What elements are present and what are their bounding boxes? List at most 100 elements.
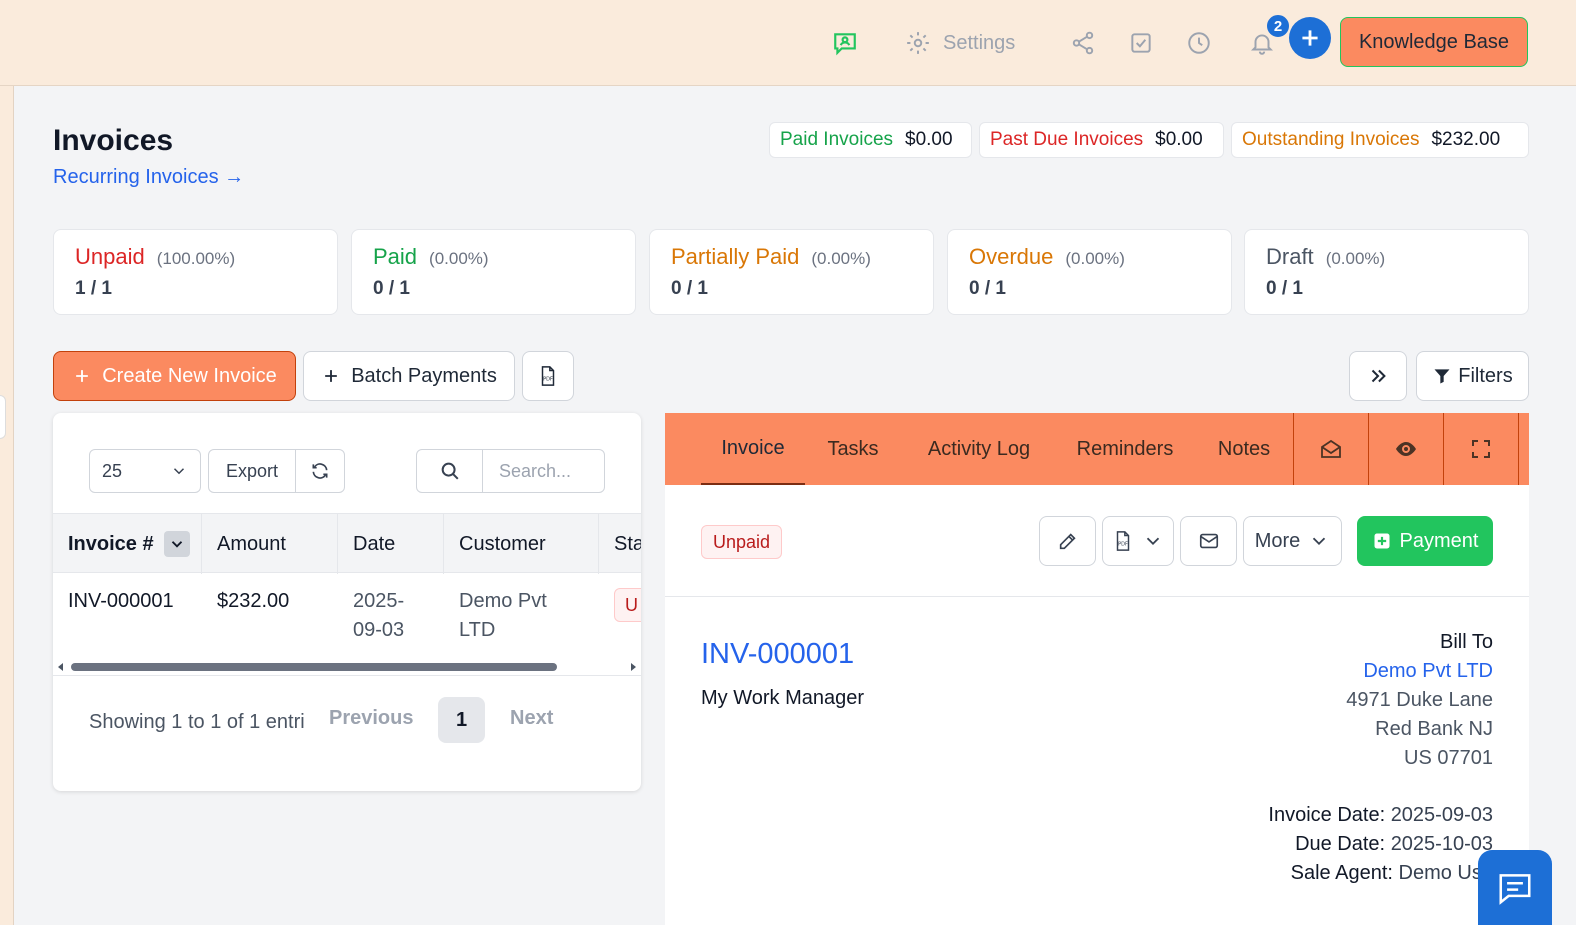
batch-payments-label: Batch Payments — [351, 364, 497, 387]
status-card-name: Unpaid — [75, 244, 145, 269]
search-icon-button[interactable] — [416, 449, 484, 493]
top-bar: Settings 2 Knowledge Base — [0, 0, 1576, 86]
tab-activity-log[interactable]: Activity Log — [913, 413, 1045, 485]
export-button[interactable]: Export — [208, 449, 296, 493]
pdf-dropdown-button[interactable]: PDF — [1102, 516, 1174, 566]
column-header-amount[interactable]: Amount — [217, 514, 286, 574]
record-payment-button[interactable]: Payment — [1357, 516, 1493, 566]
filters-button[interactable]: Filters — [1416, 351, 1529, 401]
tasks-checkbox-icon[interactable] — [1120, 22, 1162, 64]
send-email-button[interactable] — [1180, 516, 1237, 566]
recurring-invoices-link[interactable]: Recurring Invoices → — [53, 166, 244, 189]
tab-tasks[interactable]: Tasks — [817, 413, 889, 485]
column-label: Invoice # — [68, 532, 154, 555]
status-card-partially-paid[interactable]: Partially Paid (0.00%) 0 / 1 — [649, 229, 934, 315]
sort-chevron-down-icon[interactable] — [163, 531, 190, 557]
svg-text:PDF: PDF — [1118, 542, 1128, 548]
double-chevron-right-icon — [1371, 369, 1386, 383]
tab-invoice[interactable]: Invoice — [701, 413, 805, 485]
support-chat-icon[interactable] — [824, 22, 866, 64]
status-card-name: Draft — [1266, 244, 1314, 269]
summary-value: $0.00 — [905, 129, 953, 150]
scroll-left-arrow-icon[interactable] — [57, 663, 65, 671]
row-customer-line: LTD — [459, 619, 496, 641]
more-actions-button[interactable]: More — [1243, 516, 1342, 566]
svg-text:PDF: PDF — [543, 377, 553, 383]
address-line: Red Bank NJ — [1375, 718, 1493, 740]
column-divider — [443, 514, 444, 574]
status-card-paid[interactable]: Paid (0.00%) 0 / 1 — [351, 229, 636, 315]
column-divider — [337, 514, 338, 574]
pagination-next[interactable]: Next — [510, 707, 553, 730]
clock-icon[interactable] — [1178, 22, 1220, 64]
tab-reminders[interactable]: Reminders — [1069, 413, 1181, 485]
batch-payments-button[interactable]: Batch Payments — [303, 351, 515, 401]
page-size-value: 25 — [102, 460, 123, 481]
bill-to-customer-link[interactable]: Demo Pvt LTD — [1346, 657, 1493, 686]
tab-notes[interactable]: Notes — [1209, 413, 1279, 485]
due-date-label: Due Date: — [1295, 833, 1386, 855]
column-header-customer[interactable]: Customer — [459, 514, 546, 574]
summary-label: Paid Invoices — [780, 129, 894, 150]
pagination-previous[interactable]: Previous — [329, 707, 413, 730]
scroll-right-arrow-icon[interactable] — [629, 663, 637, 671]
status-card-count: 0 / 1 — [373, 278, 410, 299]
invoice-date-value: 2025-09-03 — [1390, 804, 1493, 826]
fullscreen-icon[interactable] — [1443, 413, 1518, 485]
settings-label: Settings — [943, 31, 1016, 54]
scrollbar-thumb[interactable] — [71, 663, 557, 671]
gear-icon — [907, 32, 929, 54]
row-amount: $232.00 — [217, 590, 290, 612]
search-icon — [441, 462, 459, 480]
pagination-page-1[interactable]: 1 — [438, 697, 485, 743]
row-date-line: 2025- — [353, 590, 405, 612]
payment-label: Payment — [1399, 529, 1479, 552]
horizontal-scrollbar[interactable] — [58, 661, 636, 673]
column-header-date[interactable]: Date — [353, 514, 395, 574]
row-date: 2025- 09-03 — [353, 587, 404, 645]
row-date-line: 09-03 — [353, 619, 405, 641]
summary-label: Outstanding Invoices — [1242, 129, 1420, 150]
open-envelope-icon[interactable] — [1293, 413, 1368, 485]
knowledge-base-button[interactable]: Knowledge Base — [1340, 17, 1528, 67]
settings-link[interactable]: Settings — [905, 22, 1030, 64]
status-card-count: 1 / 1 — [75, 278, 112, 299]
showing-entries-text: Showing 1 to 1 of 1 entri — [89, 711, 305, 733]
page-size-select[interactable]: 25 — [89, 449, 201, 493]
sale-agent-row: Sale Agent: Demo Use — [1268, 859, 1493, 888]
share-icon[interactable] — [1062, 22, 1104, 64]
refresh-icon — [312, 463, 328, 479]
row-invoice-number[interactable]: INV-000001 — [68, 587, 174, 616]
status-card-overdue[interactable]: Overdue (0.00%) 0 / 1 — [947, 229, 1232, 315]
status-card-name: Overdue — [969, 244, 1054, 269]
invoice-list-panel: 25 Export Search... Invoice # Amount Dat… — [53, 413, 641, 791]
search-input[interactable]: Search... — [482, 449, 605, 493]
envelope-icon — [1199, 533, 1218, 549]
detail-divider — [665, 596, 1529, 597]
plus-icon — [1302, 30, 1318, 46]
chevron-down-icon — [1146, 537, 1160, 546]
edit-pencil-icon — [1059, 533, 1076, 550]
filters-label: Filters — [1458, 364, 1513, 387]
export-pdf-button[interactable]: PDF — [522, 351, 574, 401]
status-card-percent: (0.00%) — [1065, 249, 1125, 268]
status-card-unpaid[interactable]: Unpaid (100.00%) 1 / 1 — [53, 229, 338, 315]
more-label: More — [1254, 529, 1301, 552]
status-card-draft[interactable]: Draft (0.00%) 0 / 1 — [1244, 229, 1529, 315]
reload-button[interactable] — [295, 449, 345, 493]
expand-panel-button[interactable] — [1349, 351, 1407, 401]
eye-icon[interactable] — [1368, 413, 1443, 485]
column-header-status[interactable]: Sta — [614, 514, 641, 574]
status-card-percent: (0.00%) — [429, 249, 489, 268]
create-invoice-button[interactable]: Create New Invoice — [53, 351, 296, 401]
chat-widget-button[interactable] — [1478, 850, 1552, 925]
sidebar-toggle-handle[interactable] — [0, 395, 6, 439]
summary-value: $0.00 — [1155, 129, 1203, 150]
chat-bubble-icon — [1499, 873, 1531, 905]
sale-agent-label: Sale Agent: — [1290, 862, 1393, 884]
quick-add-button[interactable] — [1289, 17, 1331, 59]
status-card-percent: (0.00%) — [1325, 249, 1386, 268]
edit-invoice-button[interactable] — [1039, 516, 1096, 566]
table-header: Invoice # Amount Date Customer Sta — [53, 513, 641, 574]
column-header-invoice[interactable]: Invoice # — [68, 514, 190, 574]
